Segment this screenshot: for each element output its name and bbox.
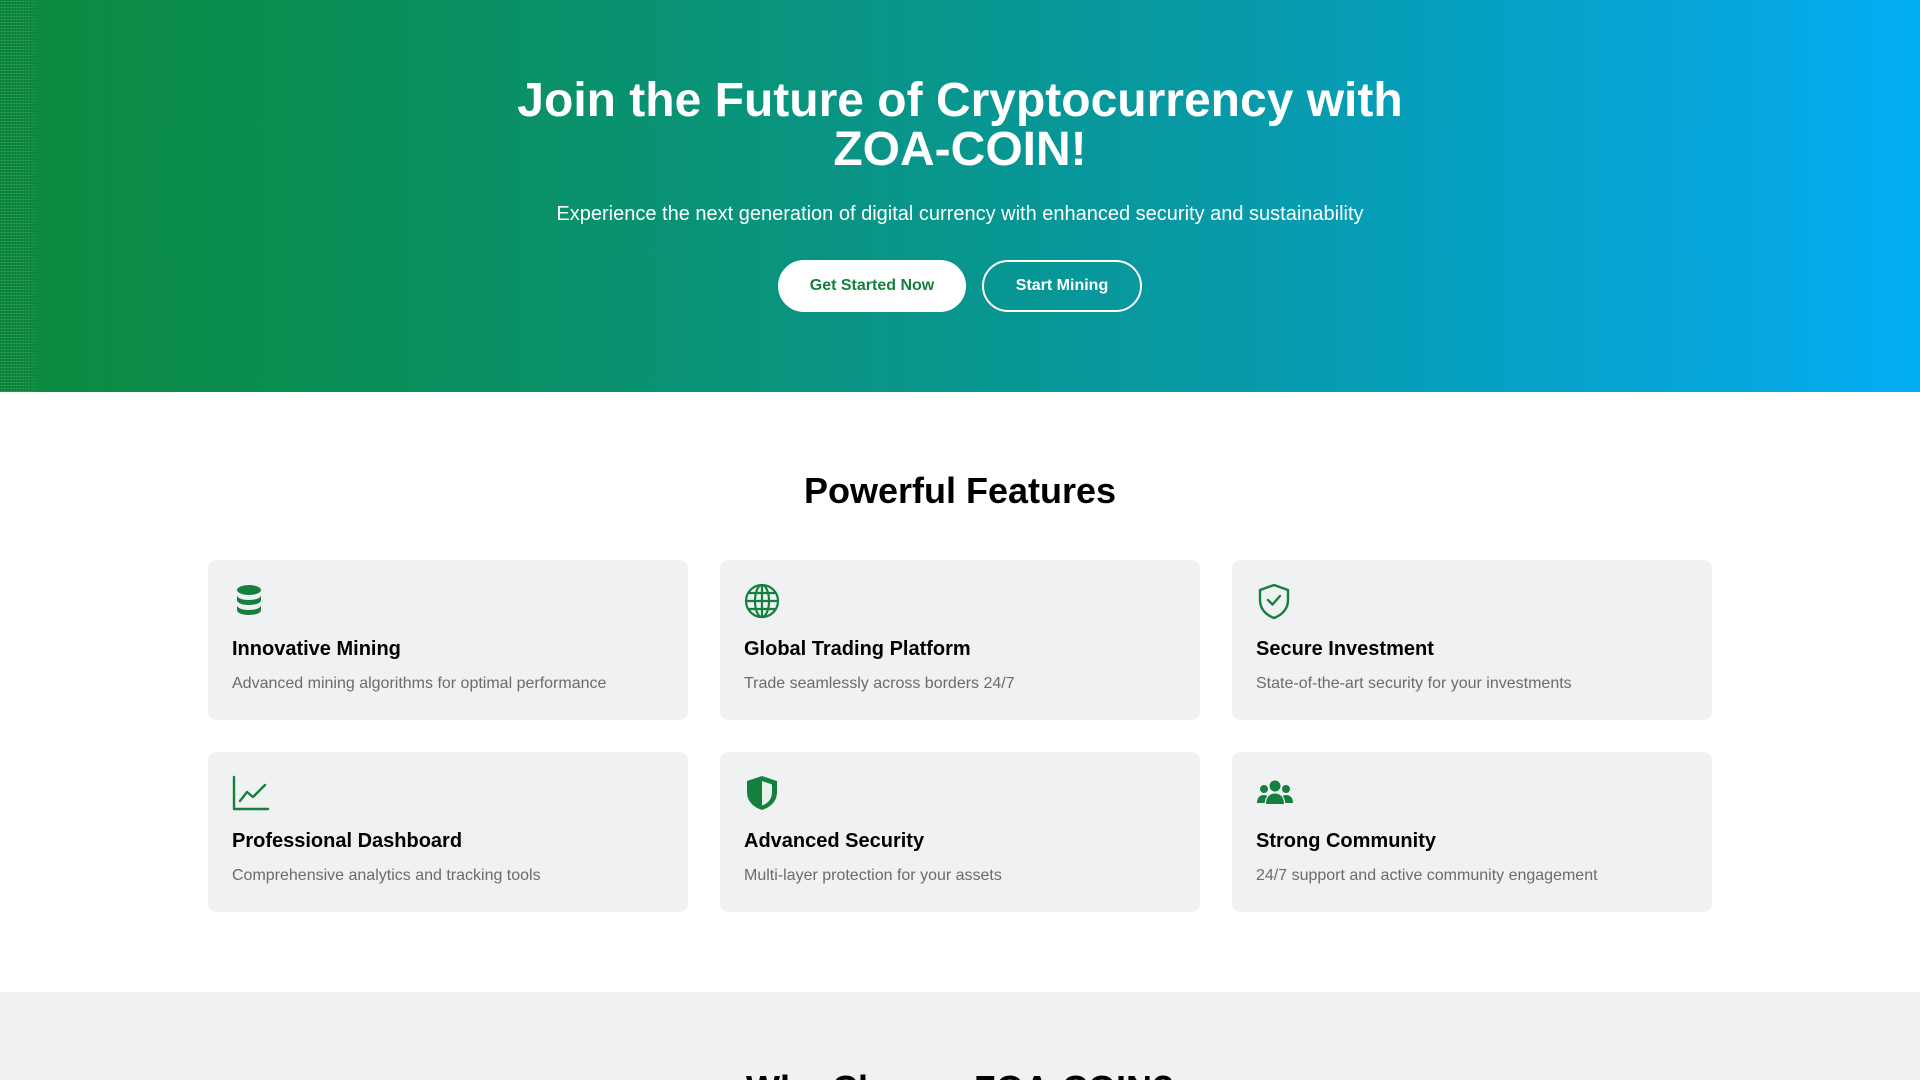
feature-description: 24/7 support and active community engage… <box>1256 867 1598 884</box>
feature-card-global-trading: Global Trading Platform Trade seamlessly… <box>720 560 1200 720</box>
users-icon <box>1256 774 1294 812</box>
feature-title: Advanced Security <box>744 830 925 852</box>
hero-texture-strip <box>0 0 44 392</box>
feature-title: Innovative Mining <box>232 638 401 660</box>
start-mining-button[interactable]: Start Mining <box>982 260 1142 312</box>
feature-card-secure-investment: Secure Investment State-of-the-art secur… <box>1232 560 1712 720</box>
hero-section: Join the Future of Cryptocurrency with Z… <box>0 0 1920 392</box>
feature-title: Secure Investment <box>1256 638 1434 660</box>
feature-description: Trade seamlessly across borders 24/7 <box>744 675 1015 692</box>
why-choose-heading: Why Choose ZOA-COIN? <box>0 1066 1920 1080</box>
hero-title: Join the Future of Cryptocurrency with Z… <box>517 74 1403 176</box>
feature-card-strong-community: Strong Community 24/7 support and active… <box>1232 752 1712 912</box>
feature-description: Advanced mining algorithms for optimal p… <box>232 675 607 692</box>
database-coins-icon <box>232 582 270 620</box>
why-choose-section: Why Choose ZOA-COIN? <box>0 992 1920 1080</box>
feature-card-professional-dashboard: Professional Dashboard Comprehensive ana… <box>208 752 688 912</box>
get-started-button[interactable]: Get Started Now <box>778 260 966 312</box>
feature-title: Professional Dashboard <box>232 830 463 852</box>
feature-title: Global Trading Platform <box>744 638 971 660</box>
shield-half-icon <box>744 774 782 812</box>
feature-description: State-of-the-art security for your inves… <box>1256 675 1572 692</box>
feature-title: Strong Community <box>1256 830 1436 852</box>
line-chart-icon <box>232 774 270 812</box>
hero-subtitle: Experience the next generation of digita… <box>556 203 1364 225</box>
feature-description: Multi-layer protection for your assets <box>744 867 1002 884</box>
feature-description: Comprehensive analytics and tracking too… <box>232 867 541 884</box>
shield-check-icon <box>1256 582 1294 620</box>
feature-card-innovative-mining: Innovative Mining Advanced mining algori… <box>208 560 688 720</box>
features-heading: Powerful Features <box>803 470 1117 511</box>
feature-card-advanced-security: Advanced Security Multi-layer protection… <box>720 752 1200 912</box>
globe-icon <box>744 582 782 620</box>
